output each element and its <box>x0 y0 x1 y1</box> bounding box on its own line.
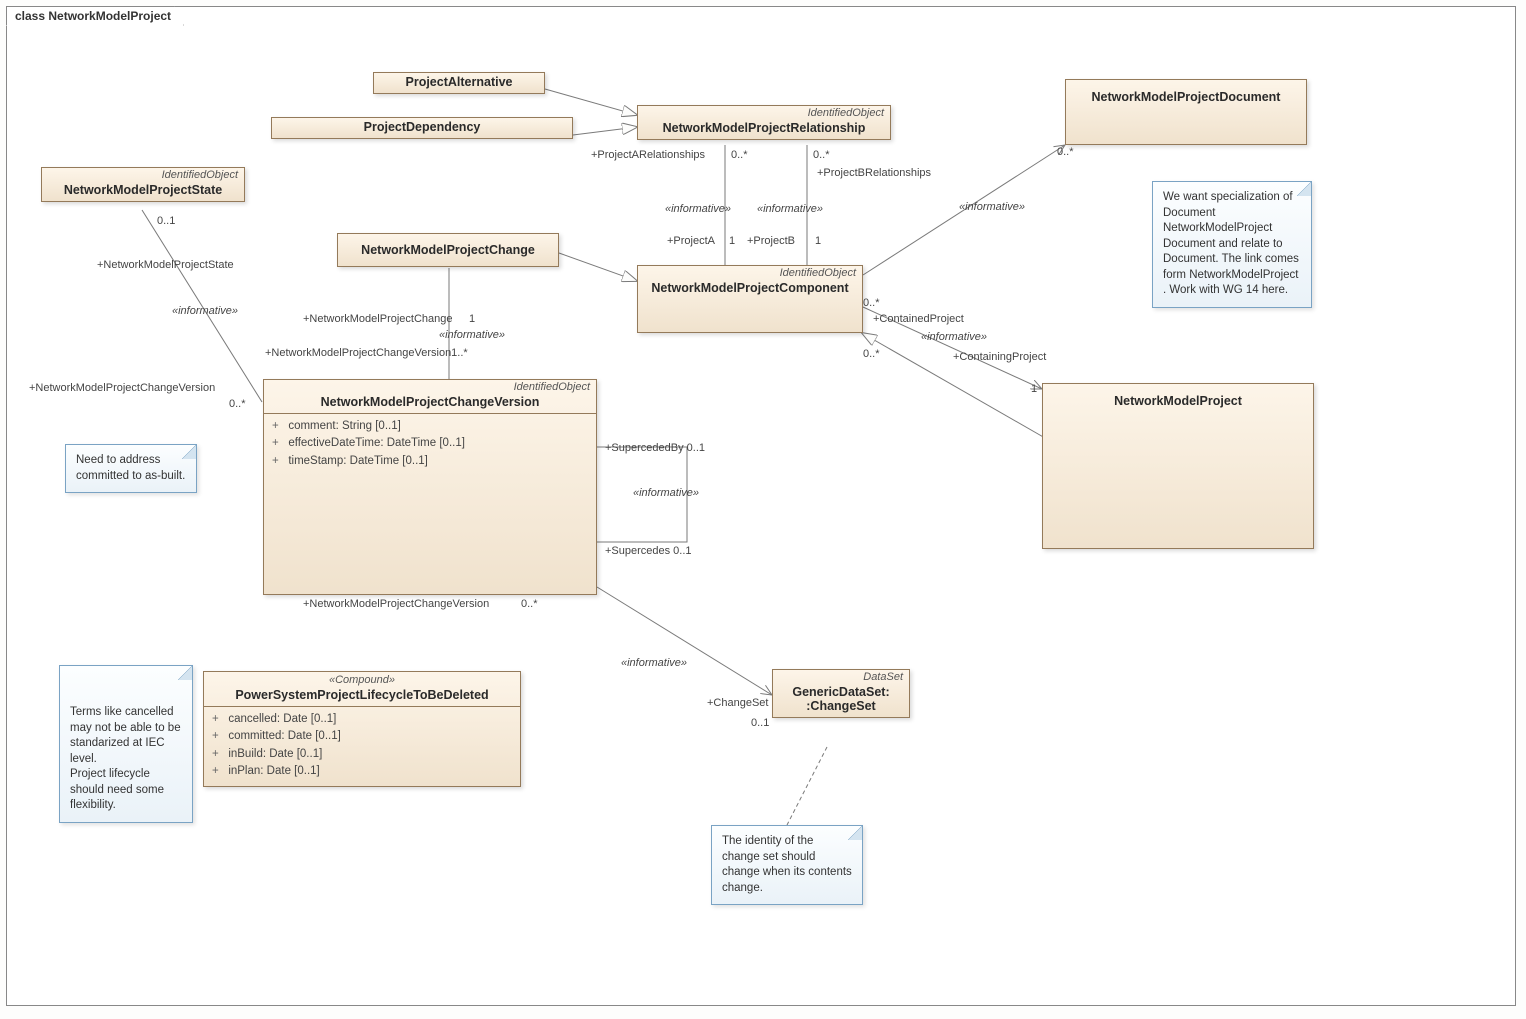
class-attributes: cancelled: Date [0..1] committed: Date [… <box>204 707 520 786</box>
lbl-informative: «informative» <box>439 329 505 341</box>
note-text: Need to address committed to as-built. <box>76 454 185 482</box>
class-state[interactable]: IdentifiedObject NetworkModelProjectStat… <box>41 167 245 202</box>
note-text: The identity of the change set should ch… <box>722 835 852 894</box>
class-change[interactable]: NetworkModelProjectChange <box>337 233 559 267</box>
class-stereotype: IdentifiedObject <box>638 106 890 119</box>
attr-row: inBuild: Date [0..1] <box>212 746 512 763</box>
class-title: PowerSystemProjectLifecycleToBeDeleted <box>204 686 520 706</box>
attr-row: inPlan: Date [0..1] <box>212 763 512 780</box>
class-stereotype: «Compound» <box>204 672 520 686</box>
lbl-proj-a-rel: +ProjectARelationships <box>591 149 705 161</box>
note-fold-icon <box>182 445 196 459</box>
lbl-mult: 0..1 <box>157 215 175 227</box>
class-project-alternative[interactable]: ProjectAlternative <box>373 72 545 94</box>
class-change-version[interactable]: IdentifiedObject NetworkModelProjectChan… <box>263 379 597 595</box>
lbl-mult: 0..* <box>731 149 748 161</box>
diagram-title-tab: class NetworkModelProject <box>6 6 184 26</box>
note-changeset-identity: The identity of the change set should ch… <box>711 825 863 905</box>
lbl-mult: 0..* <box>863 348 880 360</box>
class-title: ProjectDependency <box>272 118 572 138</box>
lbl-change-ver-bottom: +NetworkModelProjectChangeVersion <box>303 598 489 610</box>
lbl-informative: «informative» <box>757 203 823 215</box>
note-fold-icon <box>1297 182 1311 196</box>
note-fold-icon <box>178 666 192 680</box>
lbl-contained: +ContainedProject <box>873 313 964 325</box>
lbl-informative: «informative» <box>921 331 987 343</box>
note-doc-specialization: We want specialization of Document Netwo… <box>1152 181 1312 308</box>
lbl-mult: 0..* <box>1057 146 1074 158</box>
class-stereotype: DataSet <box>773 670 909 683</box>
class-stereotype: IdentifiedObject <box>264 380 596 393</box>
lbl-informative: «informative» <box>621 657 687 669</box>
lbl-informative: «informative» <box>633 487 699 499</box>
class-attributes: comment: String [0..1] effectiveDateTime… <box>264 414 596 476</box>
class-component[interactable]: IdentifiedObject NetworkModelProjectComp… <box>637 265 863 333</box>
lbl-state: +NetworkModelProjectState <box>97 259 234 271</box>
lbl-change: +NetworkModelProjectChange <box>303 313 453 325</box>
lbl-mult: 0..* <box>521 598 538 610</box>
lbl-mult: 1 <box>469 313 475 325</box>
lbl-supercedes: +Supercedes 0..1 <box>605 545 692 557</box>
lbl-mult: 1 <box>815 235 821 247</box>
note-fold-icon <box>848 826 862 840</box>
class-title: NetworkModelProjectDocument <box>1066 80 1306 108</box>
class-project[interactable]: NetworkModelProject <box>1042 383 1314 549</box>
lbl-mult: 0..* <box>229 398 246 410</box>
lbl-informative: «informative» <box>665 203 731 215</box>
class-title: NetworkModelProjectChangeVersion <box>264 393 596 413</box>
class-title: NetworkModelProject <box>1043 384 1313 412</box>
class-stereotype: IdentifiedObject <box>638 266 862 279</box>
class-stereotype: IdentifiedObject <box>42 168 244 181</box>
class-title: NetworkModelProjectState <box>42 181 244 201</box>
lbl-mult: 0..* <box>863 297 880 309</box>
lbl-change-ver-1star: +NetworkModelProjectChangeVersion1..* <box>265 347 468 359</box>
attr-row: effectiveDateTime: DateTime [0..1] <box>272 435 588 452</box>
attr-row: comment: String [0..1] <box>272 418 588 435</box>
attr-row: timeStamp: DateTime [0..1] <box>272 453 588 470</box>
lbl-change-ver: +NetworkModelProjectChangeVersion <box>29 382 215 394</box>
class-title: NetworkModelProjectRelationship <box>638 119 890 139</box>
lbl-proj-b-rel: +ProjectBRelationships <box>817 167 931 179</box>
lbl-containing: +ContainingProject <box>953 351 1046 363</box>
lbl-mult: 0..1 <box>751 717 769 729</box>
class-project-dependency[interactable]: ProjectDependency <box>271 117 573 139</box>
class-title: ProjectAlternative <box>374 73 544 93</box>
lbl-informative: «informative» <box>172 305 238 317</box>
diagram-frame: class NetworkModelProject <box>6 6 1516 1006</box>
note-text: We want specialization of Document Netwo… <box>1163 191 1299 296</box>
class-title: NetworkModelProjectComponent <box>638 279 862 299</box>
lbl-proj-b: +ProjectB <box>747 235 795 247</box>
diagram-canvas: class NetworkModelProject <box>0 0 1526 1019</box>
class-change-set[interactable]: DataSet GenericDataSet: :ChangeSet <box>772 669 910 718</box>
lbl-proj-a: +ProjectA <box>667 235 715 247</box>
class-title: NetworkModelProjectChange <box>338 234 558 266</box>
note-as-built: Need to address committed to as-built. <box>65 444 197 493</box>
class-relationship[interactable]: IdentifiedObject NetworkModelProjectRela… <box>637 105 891 140</box>
class-title: GenericDataSet: <box>773 683 909 699</box>
class-lifecycle[interactable]: «Compound» PowerSystemProjectLifecycleTo… <box>203 671 521 787</box>
lbl-mult: 1 <box>729 235 735 247</box>
attr-row: cancelled: Date [0..1] <box>212 711 512 728</box>
note-text: Terms like cancelled may not be able to … <box>70 706 181 811</box>
note-lifecycle: Terms like cancelled may not be able to … <box>59 665 193 823</box>
attr-row: committed: Date [0..1] <box>212 728 512 745</box>
class-document[interactable]: NetworkModelProjectDocument <box>1065 79 1307 145</box>
lbl-informative: «informative» <box>959 201 1025 213</box>
lbl-mult: 0..* <box>813 149 830 161</box>
lbl-mult: 1 <box>1031 383 1037 395</box>
lbl-change-set: +ChangeSet <box>707 697 768 709</box>
class-title-2: :ChangeSet <box>773 699 909 717</box>
lbl-superceded-by: +SupercededBy 0..1 <box>605 442 705 454</box>
